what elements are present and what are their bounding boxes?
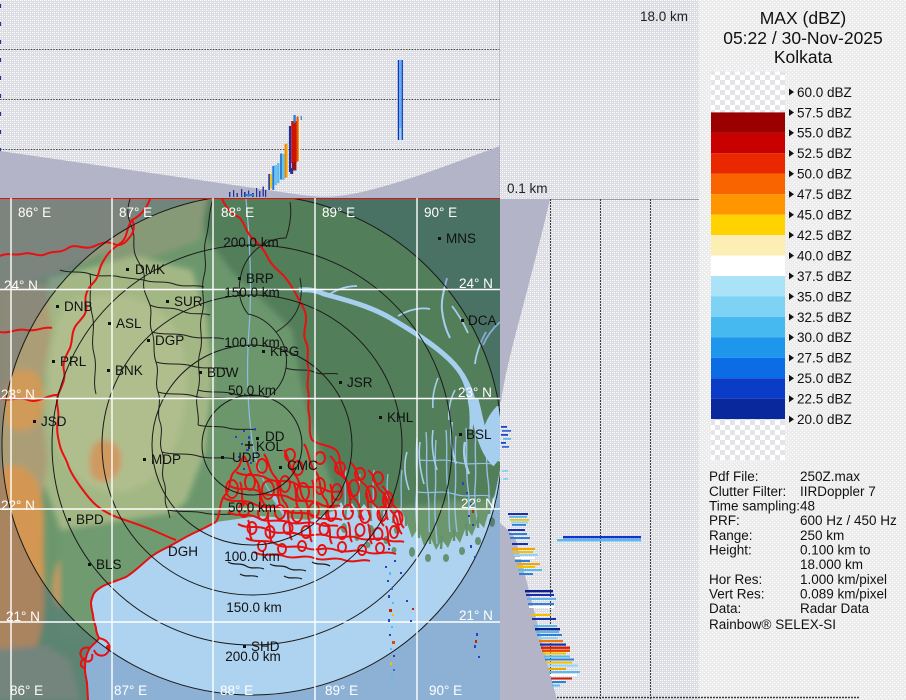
svg-text:Rainbow® SELEX-SI: Rainbow® SELEX-SI bbox=[709, 617, 836, 632]
svg-text:55.0 dBZ: 55.0 dBZ bbox=[797, 126, 852, 141]
svg-text:86° E: 86° E bbox=[10, 683, 43, 698]
svg-text:CMC: CMC bbox=[287, 458, 318, 473]
svg-text:22° N: 22° N bbox=[461, 496, 495, 511]
svg-text:37.5 dBZ: 37.5 dBZ bbox=[797, 269, 852, 284]
svg-text:Time sampling:48: Time sampling:48 bbox=[709, 499, 815, 514]
svg-text:42.5 dBZ: 42.5 dBZ bbox=[797, 228, 852, 243]
svg-text:50.0 dBZ: 50.0 dBZ bbox=[797, 167, 852, 182]
svg-text:27.5 dBZ: 27.5 dBZ bbox=[797, 351, 852, 366]
svg-text:SUR: SUR bbox=[174, 294, 203, 309]
svg-text:BLS: BLS bbox=[96, 557, 122, 572]
svg-text:30.0 dBZ: 30.0 dBZ bbox=[797, 330, 852, 345]
svg-text:35.0 dBZ: 35.0 dBZ bbox=[797, 289, 852, 304]
svg-text:90° E: 90° E bbox=[424, 205, 457, 220]
svg-text:88° E: 88° E bbox=[220, 683, 253, 698]
svg-text:05:22 / 30-Nov-2025: 05:22 / 30-Nov-2025 bbox=[723, 28, 883, 48]
svg-text:250Z.max: 250Z.max bbox=[800, 469, 860, 484]
svg-text:87° E: 87° E bbox=[114, 683, 147, 698]
svg-text:21° N: 21° N bbox=[459, 608, 493, 623]
svg-text:BDW: BDW bbox=[207, 365, 239, 380]
svg-text:90° E: 90° E bbox=[429, 683, 462, 698]
svg-text:50.0 km: 50.0 km bbox=[228, 383, 276, 398]
svg-text:150.0 km: 150.0 km bbox=[224, 285, 280, 300]
svg-text:BSL: BSL bbox=[466, 427, 492, 442]
svg-text:1.000 km/pixel: 1.000 km/pixel bbox=[800, 572, 887, 587]
svg-text:0.1 km: 0.1 km bbox=[507, 181, 548, 196]
svg-text:MNS: MNS bbox=[446, 231, 476, 246]
svg-text:20.0 dBZ: 20.0 dBZ bbox=[797, 412, 852, 427]
svg-text:UDP: UDP bbox=[232, 450, 261, 465]
svg-text:89° E: 89° E bbox=[325, 683, 358, 698]
svg-text:86° E: 86° E bbox=[18, 205, 51, 220]
svg-text:25.0 dBZ: 25.0 dBZ bbox=[797, 371, 852, 386]
svg-text:57.5 dBZ: 57.5 dBZ bbox=[797, 105, 852, 120]
svg-text:Height:: Height: bbox=[709, 543, 752, 558]
svg-text:45.0 dBZ: 45.0 dBZ bbox=[797, 208, 852, 223]
svg-text:22° N: 22° N bbox=[1, 498, 35, 513]
svg-text:23° N: 23° N bbox=[458, 385, 492, 400]
svg-text:Hor Res:: Hor Res: bbox=[709, 572, 762, 587]
svg-text:PRL: PRL bbox=[60, 354, 87, 369]
svg-text:200.0 km: 200.0 km bbox=[223, 235, 279, 250]
svg-text:100.0 km: 100.0 km bbox=[224, 549, 280, 564]
svg-text:89° E: 89° E bbox=[322, 205, 355, 220]
svg-text:Clutter Filter:: Clutter Filter: bbox=[709, 484, 786, 499]
svg-text:Kolkata: Kolkata bbox=[774, 47, 833, 67]
svg-text:18.000 km: 18.000 km bbox=[800, 557, 863, 572]
svg-text:Range:: Range: bbox=[709, 528, 753, 543]
svg-text:52.5 dBZ: 52.5 dBZ bbox=[797, 146, 852, 161]
svg-text:BNK: BNK bbox=[115, 363, 143, 378]
svg-text:Pdf File:: Pdf File: bbox=[709, 469, 759, 484]
svg-text:18.0 km: 18.0 km bbox=[640, 9, 688, 24]
svg-text:Vert Res:: Vert Res: bbox=[709, 587, 765, 602]
svg-text:600 Hz / 450 Hz: 600 Hz / 450 Hz bbox=[800, 513, 897, 528]
svg-text:24° N: 24° N bbox=[459, 276, 493, 291]
svg-text:88° E: 88° E bbox=[221, 205, 254, 220]
svg-text:IIRDoppler 7: IIRDoppler 7 bbox=[800, 484, 876, 499]
svg-text:SHD: SHD bbox=[251, 639, 280, 654]
svg-text:MAX (dBZ): MAX (dBZ) bbox=[760, 8, 847, 28]
svg-text:24° N: 24° N bbox=[4, 278, 38, 293]
svg-text:KHL: KHL bbox=[387, 410, 414, 425]
svg-text:JSD: JSD bbox=[41, 414, 67, 429]
svg-text:47.5 dBZ: 47.5 dBZ bbox=[797, 187, 852, 202]
svg-text:87° E: 87° E bbox=[119, 205, 152, 220]
svg-text:JSR: JSR bbox=[347, 375, 373, 390]
svg-text:32.5 dBZ: 32.5 dBZ bbox=[797, 310, 852, 325]
svg-text:DCA: DCA bbox=[468, 313, 497, 328]
svg-text:Radar Data: Radar Data bbox=[800, 601, 870, 616]
svg-text:250 km: 250 km bbox=[800, 528, 844, 543]
svg-text:DGH: DGH bbox=[168, 544, 198, 559]
svg-text:BRP: BRP bbox=[246, 271, 274, 286]
svg-text:0.089 km/pixel: 0.089 km/pixel bbox=[800, 587, 887, 602]
svg-text:22.5 dBZ: 22.5 dBZ bbox=[797, 392, 852, 407]
svg-text:DGP: DGP bbox=[155, 333, 184, 348]
svg-text:50.0 km: 50.0 km bbox=[228, 500, 276, 515]
svg-text:DNB: DNB bbox=[64, 299, 93, 314]
svg-text:23° N: 23° N bbox=[1, 387, 35, 402]
svg-text:150.0 km: 150.0 km bbox=[226, 600, 282, 615]
svg-text:MDP: MDP bbox=[151, 452, 181, 467]
svg-text:BPD: BPD bbox=[76, 512, 104, 527]
svg-text:DMK: DMK bbox=[135, 262, 165, 277]
svg-text:0.100 km to: 0.100 km to bbox=[800, 543, 871, 558]
svg-text:60.0 dBZ: 60.0 dBZ bbox=[797, 85, 852, 100]
svg-text:PRF:: PRF: bbox=[709, 513, 740, 528]
svg-text:21° N: 21° N bbox=[6, 609, 40, 624]
svg-text:KRG: KRG bbox=[270, 344, 299, 359]
svg-text:Data:: Data: bbox=[709, 601, 741, 616]
svg-text:40.0 dBZ: 40.0 dBZ bbox=[797, 248, 852, 263]
svg-text:ASL: ASL bbox=[116, 316, 142, 331]
